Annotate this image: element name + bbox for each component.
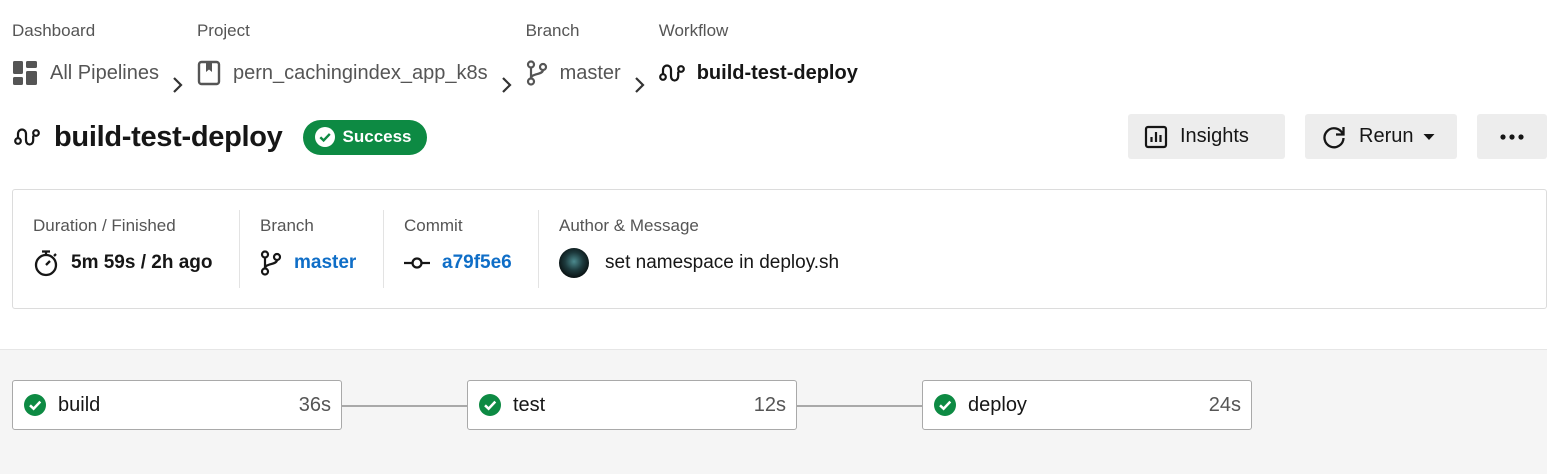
job-duration: 24s bbox=[1208, 393, 1241, 416]
breadcrumb-branch-link[interactable]: master bbox=[526, 56, 621, 90]
rerun-icon bbox=[1321, 124, 1347, 150]
job-duration: 12s bbox=[753, 393, 786, 416]
commit-label: Commit bbox=[404, 216, 463, 235]
insights-icon bbox=[1144, 125, 1168, 149]
branch-row: master bbox=[260, 242, 356, 284]
check-circle-icon bbox=[24, 394, 46, 416]
avatar[interactable] bbox=[559, 248, 589, 278]
duration-value: 5m 59s / 2h ago bbox=[71, 252, 213, 273]
breadcrumb-project-value: pern_cachingindex_app_k8s bbox=[232, 61, 488, 84]
more-actions-button[interactable] bbox=[1477, 114, 1547, 159]
breadcrumb: Dashboard All Pipelines Project pern_cac… bbox=[12, 20, 858, 102]
page-header: build-test-deploy Success bbox=[14, 116, 427, 158]
branch-link[interactable]: master bbox=[294, 252, 356, 274]
job-deploy[interactable]: deploy 24s bbox=[922, 380, 1252, 430]
author-field: Author & Message set namespace in deploy… bbox=[559, 210, 839, 290]
breadcrumb-branch: Branch master bbox=[526, 20, 621, 102]
breadcrumb-branch-label: Branch bbox=[525, 21, 580, 40]
job-connector bbox=[341, 405, 468, 407]
timer-icon bbox=[33, 249, 59, 277]
job-build[interactable]: build 36s bbox=[12, 380, 342, 430]
author-label: Author & Message bbox=[559, 216, 699, 235]
caret-down-icon bbox=[1423, 133, 1435, 141]
breadcrumb-project: Project pern_cachingindex_app_k8s bbox=[197, 20, 488, 102]
workflow-graph: build 36s test 12s deploy 24s bbox=[0, 349, 1547, 474]
breadcrumb-project-link[interactable]: pern_cachingindex_app_k8s bbox=[197, 56, 488, 90]
job-duration: 36s bbox=[298, 393, 331, 416]
workflow-icon bbox=[14, 126, 40, 148]
job-connector bbox=[796, 405, 923, 407]
divider bbox=[383, 210, 384, 288]
check-circle-icon bbox=[314, 127, 335, 147]
status-badge: Success bbox=[302, 119, 427, 155]
breadcrumb-workflow-current: build-test-deploy bbox=[658, 56, 858, 90]
breadcrumb-dashboard-label: Dashboard bbox=[12, 21, 96, 40]
rerun-button-label: Rerun bbox=[1359, 125, 1414, 147]
job-name: test bbox=[513, 393, 546, 416]
commit-row: a79f5e6 bbox=[404, 242, 512, 284]
insights-button[interactable]: Insights bbox=[1128, 114, 1285, 159]
divider bbox=[239, 210, 240, 288]
job-test[interactable]: test 12s bbox=[467, 380, 797, 430]
breadcrumb-branch-value: master bbox=[559, 61, 621, 84]
branch-field: Branch master bbox=[260, 210, 356, 290]
workflow-icon bbox=[658, 62, 685, 84]
chevron-right-icon bbox=[633, 68, 645, 102]
rerun-button[interactable]: Rerun bbox=[1305, 114, 1457, 159]
divider bbox=[538, 210, 539, 288]
dashboard-icon bbox=[12, 60, 38, 86]
branch-label: Branch bbox=[260, 216, 314, 235]
branch-icon bbox=[526, 60, 548, 86]
breadcrumb-workflow-value: build-test-deploy bbox=[696, 61, 858, 84]
more-icon bbox=[1500, 133, 1524, 140]
breadcrumb-project-label: Project bbox=[196, 21, 250, 40]
check-circle-icon bbox=[934, 394, 956, 416]
project-icon bbox=[197, 60, 221, 86]
chevron-right-icon bbox=[171, 68, 183, 102]
check-circle-icon bbox=[479, 394, 501, 416]
commit-field: Commit a79f5e6 bbox=[404, 210, 512, 290]
job-name: deploy bbox=[968, 393, 1027, 416]
breadcrumb-dashboard-value: All Pipelines bbox=[50, 61, 159, 84]
commit-link[interactable]: a79f5e6 bbox=[442, 252, 512, 274]
duration-label: Duration / Finished bbox=[33, 216, 176, 235]
commit-icon bbox=[404, 256, 430, 270]
insights-button-label: Insights bbox=[1180, 125, 1249, 147]
breadcrumb-workflow: Workflow build-test-deploy bbox=[659, 20, 858, 102]
breadcrumb-dashboard: Dashboard All Pipelines bbox=[12, 20, 159, 102]
page-title: build-test-deploy bbox=[54, 120, 283, 153]
workflow-summary-card: Duration / Finished 5m 59s / 2h ago Bran… bbox=[12, 189, 1547, 309]
status-badge-label: Success bbox=[342, 127, 412, 146]
author-row: set namespace in deploy.sh bbox=[559, 242, 839, 284]
breadcrumb-workflow-label: Workflow bbox=[658, 21, 729, 40]
job-name: build bbox=[58, 393, 101, 416]
chevron-right-icon bbox=[500, 68, 512, 102]
commit-message: set namespace in deploy.sh bbox=[605, 252, 840, 273]
breadcrumb-dashboard-link[interactable]: All Pipelines bbox=[12, 56, 159, 90]
duration-field: Duration / Finished 5m 59s / 2h ago bbox=[33, 210, 213, 290]
duration-row: 5m 59s / 2h ago bbox=[33, 242, 213, 284]
branch-icon bbox=[260, 250, 282, 276]
